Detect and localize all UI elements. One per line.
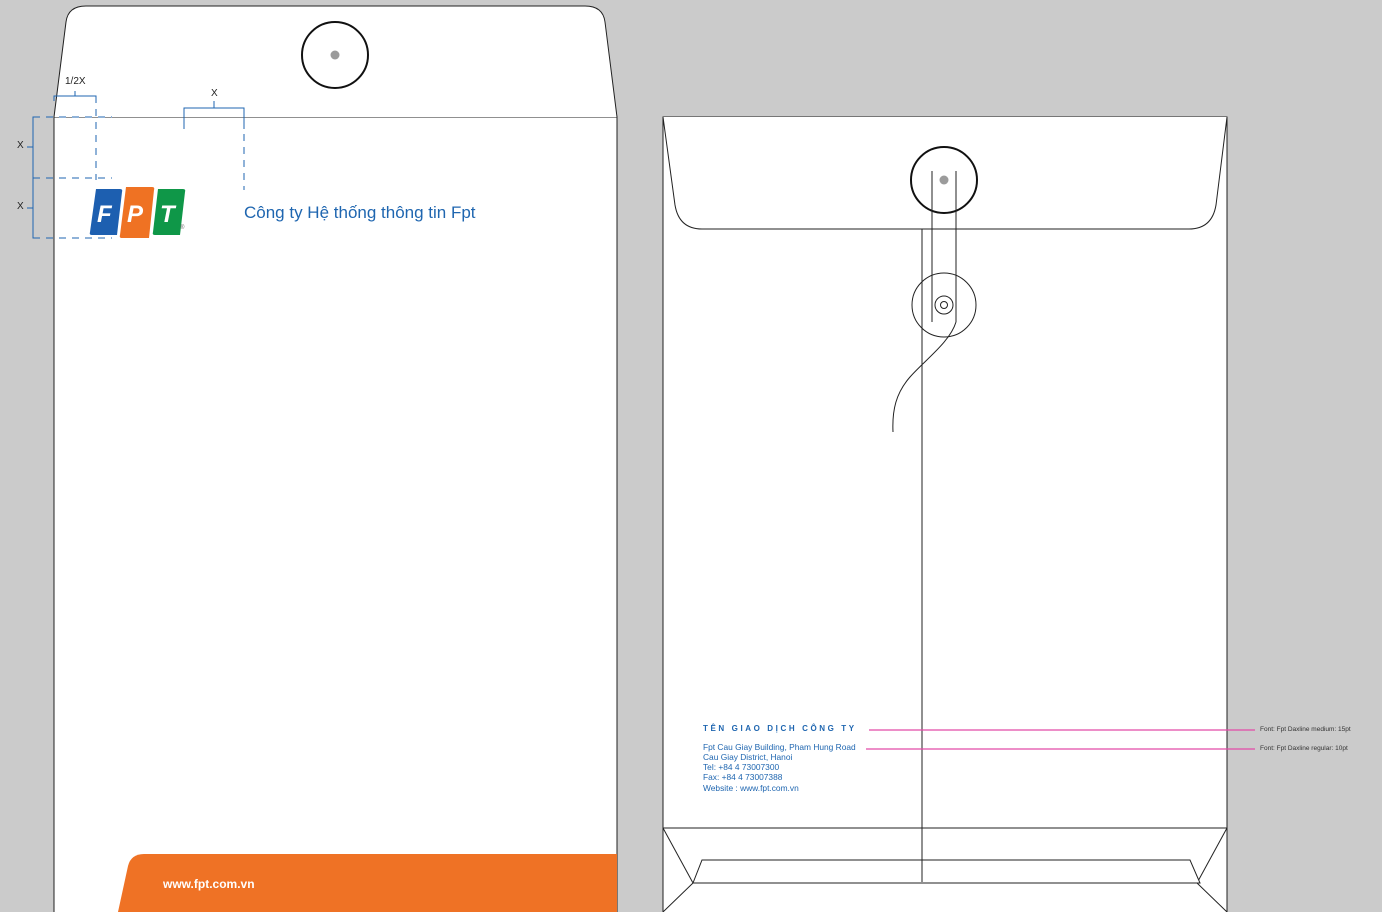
back-lower-button-hole (940, 301, 948, 309)
dim-label-x-left-1: X (17, 140, 24, 151)
spec-note-address: Font: Fpt Daxline regular: 10pt (1260, 745, 1348, 752)
trade-name: TÊN GIAO DỊCH CÔNG TY (703, 724, 857, 733)
logo-registered-mark: ® (180, 225, 185, 231)
address-line: Fax: +84 4 73007388 (703, 772, 783, 782)
front-envelope: F P T (27, 5, 618, 912)
dim-label-half-x: 1/2X (65, 76, 86, 87)
dim-label-x-left-2: X (17, 201, 24, 212)
back-top-button-dot (939, 175, 949, 185)
bottom-flap-window (692, 859, 1201, 884)
front-website-url: www.fpt.com.vn (163, 877, 255, 891)
logo-letter-f: F (97, 201, 113, 228)
logo-letter-t: T (160, 201, 177, 228)
dim-label-x-top: X (211, 88, 218, 99)
front-closure-dot (330, 50, 340, 60)
spec-note-trade-name: Font: Fpt Daxline medium: 15pt (1260, 726, 1351, 733)
fpt-logo: F P T (89, 187, 186, 238)
company-name: Công ty Hệ thống thông tin Fpt (244, 203, 476, 222)
logo-letter-p: P (127, 201, 144, 228)
address-line: Website : www.fpt.com.vn (703, 783, 799, 793)
